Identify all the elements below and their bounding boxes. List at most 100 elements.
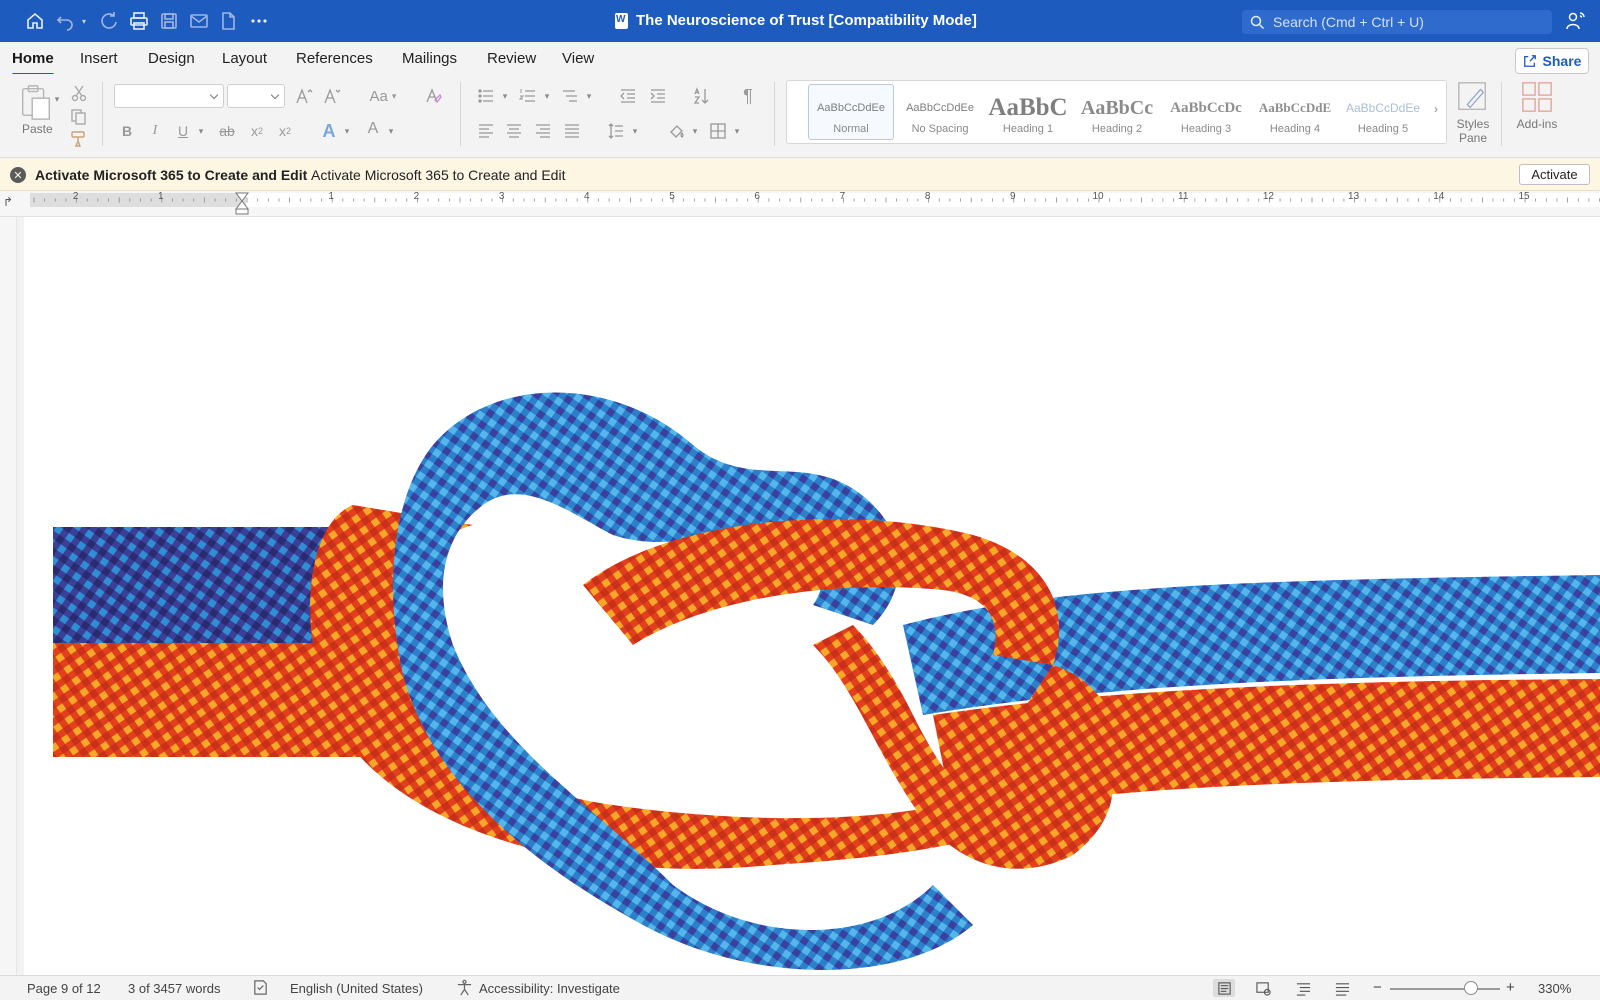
rope-knot-image[interactable] xyxy=(53,385,1600,975)
show-formatting-marks-icon[interactable]: ¶ xyxy=(736,84,760,108)
clear-formatting-icon[interactable] xyxy=(420,84,446,108)
style-heading-5[interactable]: AaBbCcDdEe Heading 5 xyxy=(1340,84,1426,140)
document-page[interactable] xyxy=(24,217,1600,975)
print-icon[interactable] xyxy=(127,9,151,33)
font-color-icon[interactable]: A xyxy=(362,118,384,140)
align-left-icon[interactable] xyxy=(474,120,498,142)
align-center-icon[interactable] xyxy=(502,120,526,142)
increase-font-size-icon[interactable] xyxy=(292,84,316,108)
page-count[interactable]: Page 9 of 12 xyxy=(27,981,101,996)
multilevel-list-icon[interactable] xyxy=(558,84,582,108)
style-heading-4[interactable]: AaBbCcDdE Heading 4 xyxy=(1252,84,1338,140)
document-title: The Neuroscience of Trust [Compatibility… xyxy=(615,12,977,29)
tab-references[interactable]: References xyxy=(296,50,373,67)
copy-icon[interactable] xyxy=(68,106,90,128)
format-painter-icon[interactable] xyxy=(68,128,90,150)
tab-view[interactable]: View xyxy=(562,50,594,67)
bold-icon[interactable]: B xyxy=(116,120,138,142)
font-size-select[interactable] xyxy=(227,84,285,108)
decrease-font-size-icon[interactable] xyxy=(320,84,344,108)
web-layout-view-icon[interactable] xyxy=(1252,979,1274,997)
more-icon[interactable] xyxy=(247,9,271,33)
underline-dropdown-icon[interactable]: ▾ xyxy=(196,124,206,138)
font-name-select[interactable] xyxy=(114,84,224,108)
borders-dropdown-icon[interactable]: ▾ xyxy=(732,124,742,138)
style-heading-2[interactable]: AaBbCc Heading 2 xyxy=(1074,84,1160,140)
word-document-icon xyxy=(615,12,628,29)
font-color-dropdown-icon[interactable]: ▾ xyxy=(386,124,396,138)
zoom-level[interactable]: 330% xyxy=(1538,981,1571,996)
tab-design[interactable]: Design xyxy=(148,50,195,67)
zoom-out-button[interactable]: − xyxy=(1373,979,1382,996)
align-right-icon[interactable] xyxy=(531,120,555,142)
tab-home[interactable]: Home xyxy=(12,50,54,76)
add-ins-button[interactable]: Add-ins xyxy=(1510,80,1564,131)
shading-icon[interactable] xyxy=(664,120,688,142)
accessibility-icon[interactable] xyxy=(456,979,473,999)
style-heading-3[interactable]: AaBbCcDc Heading 3 xyxy=(1163,84,1249,140)
print-layout-view-icon[interactable] xyxy=(1213,979,1235,997)
zoom-slider-thumb[interactable] xyxy=(1464,981,1479,995)
strikethrough-icon[interactable]: ab xyxy=(216,120,238,142)
style-heading-1[interactable]: AaBbC Heading 1 xyxy=(985,84,1071,140)
underline-icon[interactable]: U xyxy=(172,120,194,142)
line-spacing-icon[interactable] xyxy=(604,120,628,142)
italic-icon[interactable]: I xyxy=(144,120,166,142)
proofing-icon[interactable] xyxy=(252,979,269,999)
outline-view-icon[interactable] xyxy=(1292,979,1314,997)
multilevel-dropdown-icon[interactable]: ▾ xyxy=(584,89,594,103)
search-input[interactable] xyxy=(1273,14,1543,30)
style-no-spacing[interactable]: AaBbCcDdEe No Spacing xyxy=(897,84,983,140)
search-box[interactable] xyxy=(1242,10,1552,34)
tab-insert[interactable]: Insert xyxy=(80,50,118,67)
close-icon[interactable]: ✕ xyxy=(10,167,26,183)
share-person-icon[interactable] xyxy=(1565,10,1587,32)
undo-dropdown-icon[interactable]: ▾ xyxy=(82,17,90,26)
text-effects-dropdown-icon[interactable]: ▾ xyxy=(342,124,352,138)
left-indent-marker[interactable] xyxy=(235,208,249,215)
zoom-in-button[interactable]: + xyxy=(1506,979,1515,996)
ruler-scale[interactable]: 2 1 1 2 3 4 5 6 7 8 9 10 11 12 13 14 15 xyxy=(30,191,1600,217)
accessibility-status[interactable]: Accessibility: Investigate xyxy=(479,981,620,996)
new-document-icon[interactable] xyxy=(216,9,240,33)
style-normal[interactable]: AaBbCcDdEe Normal xyxy=(808,84,894,140)
paste-button[interactable] xyxy=(16,82,56,122)
cut-icon[interactable] xyxy=(68,82,90,104)
change-case-button[interactable]: Aa ▾ xyxy=(362,84,404,108)
draft-view-icon[interactable] xyxy=(1331,979,1353,997)
paste-dropdown-icon[interactable]: ▾ xyxy=(52,94,62,104)
tab-review[interactable]: Review xyxy=(487,50,536,67)
bullets-icon[interactable] xyxy=(474,84,498,108)
document-title-text: The Neuroscience of Trust [Compatibility… xyxy=(636,12,977,29)
zoom-slider[interactable] xyxy=(1390,988,1500,990)
numbering-dropdown-icon[interactable]: ▾ xyxy=(542,89,552,103)
borders-icon[interactable] xyxy=(706,120,730,142)
tab-stop-selector-icon[interactable]: ↱ xyxy=(3,195,13,209)
line-spacing-dropdown-icon[interactable]: ▾ xyxy=(630,124,640,138)
superscript-icon[interactable]: x2 xyxy=(274,120,296,142)
decrease-indent-icon[interactable] xyxy=(616,84,640,108)
text-effects-icon[interactable]: A xyxy=(318,120,340,142)
styles-gallery: AaBbCcDdEe Normal AaBbCcDdEe No Spacing … xyxy=(786,80,1447,144)
increase-indent-icon[interactable] xyxy=(646,84,670,108)
justify-icon[interactable] xyxy=(560,120,584,142)
bullets-dropdown-icon[interactable]: ▾ xyxy=(500,89,510,103)
word-count[interactable]: 3 of 3457 words xyxy=(128,981,221,996)
undo-icon[interactable] xyxy=(53,9,77,33)
ruler-label: 12 xyxy=(1263,191,1275,202)
shading-dropdown-icon[interactable]: ▾ xyxy=(690,124,700,138)
mail-icon[interactable] xyxy=(187,9,211,33)
home-icon[interactable] xyxy=(23,9,47,33)
subscript-icon[interactable]: x2 xyxy=(246,120,268,142)
redo-icon[interactable] xyxy=(97,9,121,33)
activate-button[interactable]: Activate xyxy=(1519,164,1590,185)
save-icon[interactable] xyxy=(157,9,181,33)
styles-pane-button[interactable]: Styles Pane xyxy=(1451,80,1495,145)
language[interactable]: English (United States) xyxy=(290,981,423,996)
chevron-right-icon[interactable]: › xyxy=(1434,102,1438,116)
numbering-icon[interactable] xyxy=(516,84,540,108)
sort-icon[interactable] xyxy=(690,84,714,108)
share-button[interactable]: Share xyxy=(1515,48,1589,74)
tab-layout[interactable]: Layout xyxy=(222,50,267,67)
tab-mailings[interactable]: Mailings xyxy=(402,50,457,67)
